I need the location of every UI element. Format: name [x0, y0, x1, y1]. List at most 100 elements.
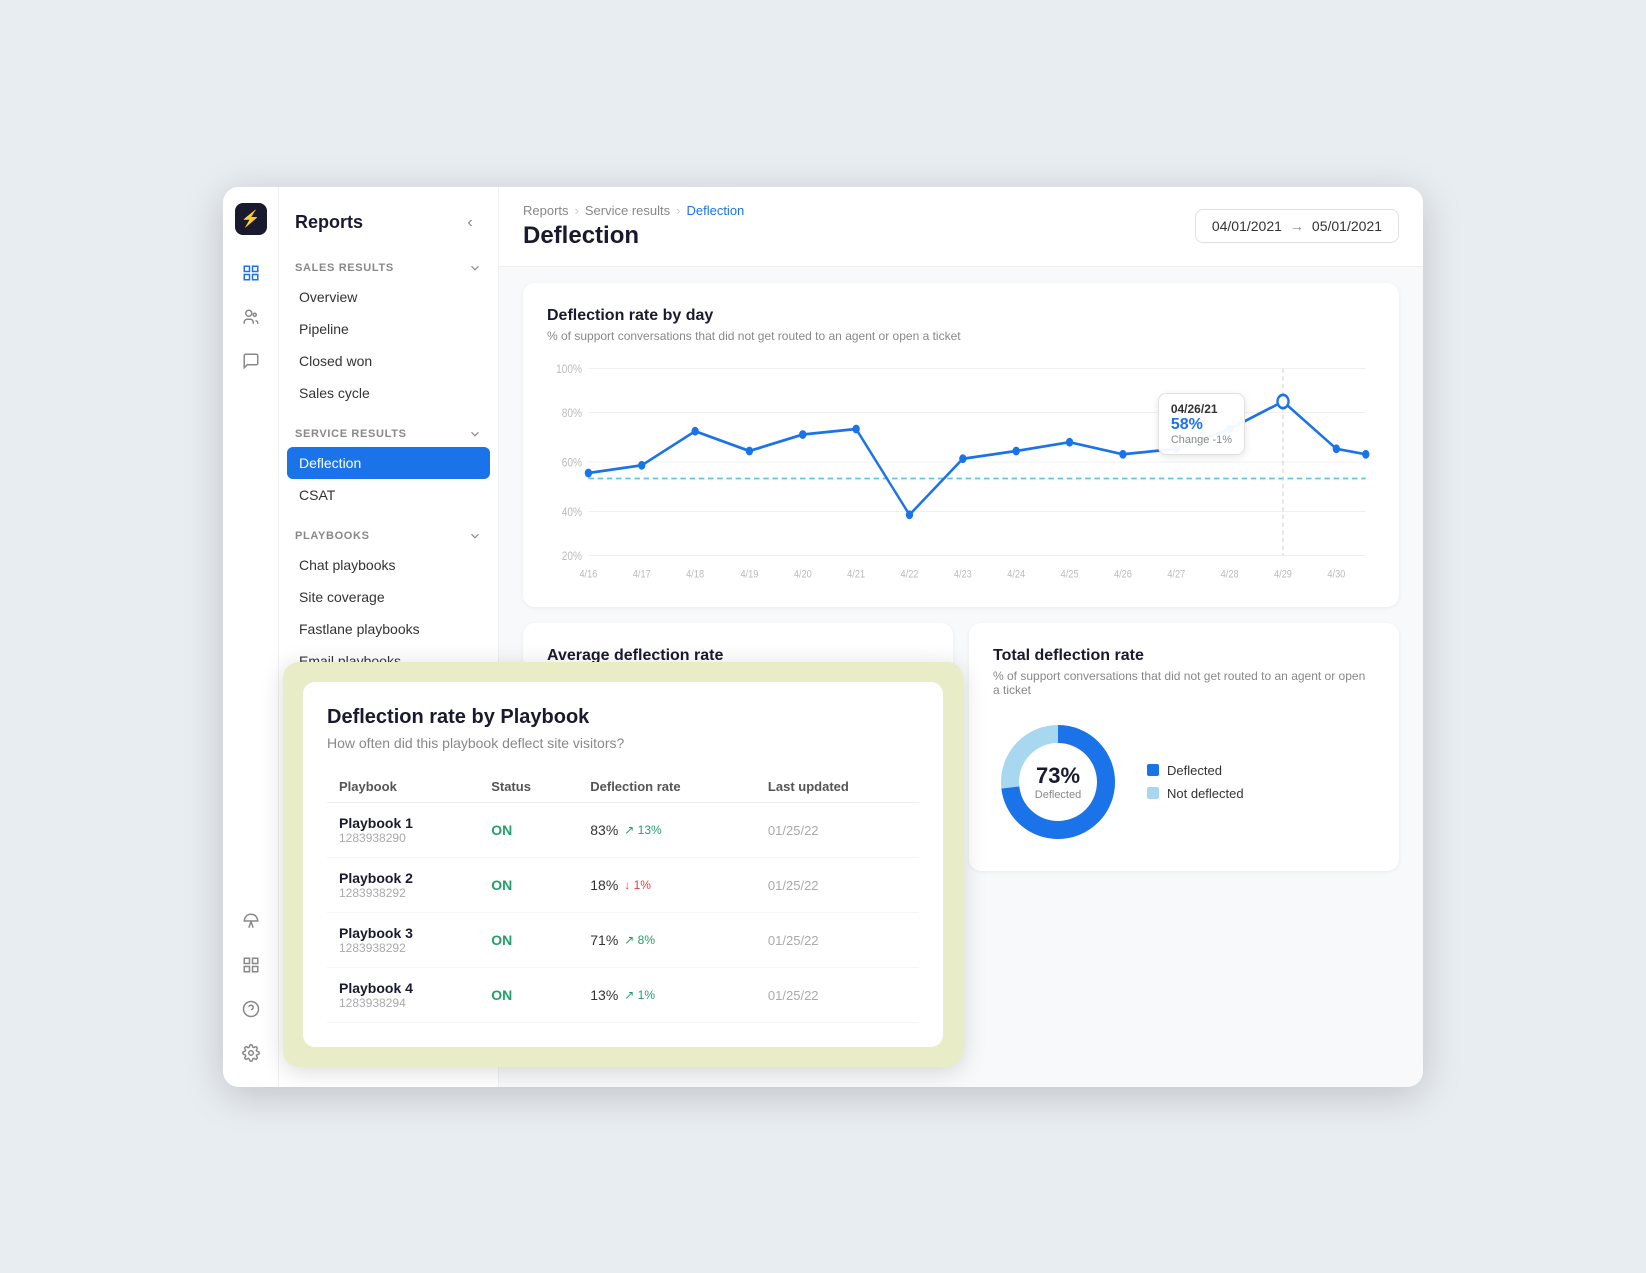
- legend-not-deflected: Not deflected: [1147, 786, 1244, 801]
- nav-icon-grid[interactable]: [233, 947, 269, 983]
- date-range-picker[interactable]: 04/01/2021 → 05/01/2021: [1195, 209, 1399, 243]
- deflection-rate-value: 13% ↗ 1%: [590, 987, 744, 1003]
- cell-status: ON: [479, 857, 578, 912]
- legend-dot-deflected: [1147, 764, 1159, 776]
- trend-up-icon: ↗ 1%: [624, 988, 655, 1002]
- cell-status: ON: [479, 802, 578, 857]
- playbooks-section-header[interactable]: PLAYBOOKS: [287, 519, 490, 549]
- breadcrumb-deflection[interactable]: Deflection: [686, 203, 744, 218]
- th-playbook: Playbook: [327, 771, 479, 803]
- nav-icon-rocket[interactable]: [233, 903, 269, 939]
- svg-text:4/26: 4/26: [1114, 568, 1132, 580]
- th-status: Status: [479, 771, 578, 803]
- cell-deflection-rate: 18% ↓ 1%: [578, 857, 756, 912]
- sidebar-section-playbooks: PLAYBOOKS Chat playbooks Site coverage F…: [279, 519, 498, 685]
- playbook-id: 1283938290: [339, 831, 467, 845]
- sidebar-item-chat-playbooks[interactable]: Chat playbooks: [287, 549, 490, 581]
- rate-number: 71%: [590, 932, 618, 948]
- breadcrumb-service[interactable]: Service results: [585, 203, 670, 218]
- playbook-name: Playbook 4: [339, 980, 467, 996]
- total-deflection-subtitle: % of support conversations that did not …: [993, 669, 1375, 697]
- svg-text:100%: 100%: [556, 363, 582, 376]
- nav-icon-help[interactable]: [233, 991, 269, 1027]
- cell-last-updated: 01/25/22: [756, 857, 919, 912]
- svg-text:4/22: 4/22: [901, 568, 919, 580]
- playbook-table: Playbook Status Deflection rate Last upd…: [327, 771, 919, 1023]
- nav-icon-chat[interactable]: [233, 343, 269, 379]
- sidebar-item-sales-cycle[interactable]: Sales cycle: [287, 377, 490, 409]
- donut-label: Deflected: [1035, 789, 1081, 801]
- service-section-header[interactable]: SERVICE RESULTS: [287, 417, 490, 447]
- sidebar-item-overview[interactable]: Overview: [287, 281, 490, 313]
- svg-text:4/29: 4/29: [1274, 568, 1292, 580]
- app-shell: ⚡ Reports ‹ SALES: [223, 187, 1423, 1087]
- sidebar-item-deflection[interactable]: Deflection: [287, 447, 490, 479]
- overlay-container: Deflection rate by Playbook How often di…: [283, 662, 963, 1067]
- rate-number: 13%: [590, 987, 618, 1003]
- last-updated-date: 01/25/22: [768, 933, 819, 948]
- service-section-label: SERVICE RESULTS: [295, 428, 407, 440]
- status-badge: ON: [491, 987, 512, 1003]
- svg-text:4/20: 4/20: [794, 568, 812, 580]
- sales-section-label: SALES RESULTS: [295, 262, 394, 274]
- breadcrumb-sep-1: ›: [575, 203, 579, 218]
- status-badge: ON: [491, 822, 512, 838]
- breadcrumb: Reports › Service results › Deflection: [523, 203, 744, 218]
- th-deflection-rate: Deflection rate: [578, 771, 756, 803]
- nav-icon-chart[interactable]: [233, 255, 269, 291]
- legend-label-not-deflected: Not deflected: [1167, 786, 1244, 801]
- cell-status: ON: [479, 912, 578, 967]
- playbooks-section-label: PLAYBOOKS: [295, 530, 370, 542]
- last-updated-date: 01/25/22: [768, 878, 819, 893]
- svg-text:4/27: 4/27: [1167, 568, 1185, 580]
- deflection-rate-value: 71% ↗ 8%: [590, 932, 744, 948]
- overlay-background: Deflection rate by Playbook How often di…: [283, 662, 963, 1067]
- sidebar-item-pipeline[interactable]: Pipeline: [287, 313, 490, 345]
- last-updated-date: 01/25/22: [768, 988, 819, 1003]
- cell-deflection-rate: 71% ↗ 8%: [578, 912, 756, 967]
- line-chart-svg: 100% 80% 60% 40% 20%: [547, 363, 1375, 583]
- breadcrumb-sep-2: ›: [676, 203, 680, 218]
- total-deflection-card: Total deflection rate % of support conve…: [969, 623, 1399, 871]
- svg-text:4/28: 4/28: [1221, 568, 1239, 580]
- date-end: 05/01/2021: [1312, 218, 1382, 234]
- svg-text:4/18: 4/18: [686, 568, 704, 580]
- svg-text:4/23: 4/23: [954, 568, 972, 580]
- breadcrumb-reports[interactable]: Reports: [523, 203, 569, 218]
- playbook-id: 1283938292: [339, 886, 467, 900]
- icon-rail: ⚡: [223, 187, 279, 1087]
- deflection-rate-value: 83% ↗ 13%: [590, 822, 744, 838]
- cell-playbook-name: Playbook 3 1283938292: [327, 912, 479, 967]
- sidebar-header: Reports ‹: [279, 187, 498, 251]
- table-row: Playbook 4 1283938294 ON 13% ↗ 1% 01/25/…: [327, 967, 919, 1022]
- sales-section-header[interactable]: SALES RESULTS: [287, 251, 490, 281]
- donut-legend: Deflected Not deflected: [1147, 763, 1244, 801]
- cell-deflection-rate: 13% ↗ 1%: [578, 967, 756, 1022]
- svg-text:4/19: 4/19: [740, 568, 758, 580]
- sidebar-collapse-button[interactable]: ‹: [458, 211, 482, 235]
- svg-text:4/17: 4/17: [633, 568, 651, 580]
- sidebar-title: Reports: [295, 212, 363, 233]
- sidebar-item-fastlane[interactable]: Fastlane playbooks: [287, 613, 490, 645]
- cell-playbook-name: Playbook 2 1283938292: [327, 857, 479, 912]
- chart-container: 100% 80% 60% 40% 20%: [547, 363, 1375, 583]
- nav-icon-people[interactable]: [233, 299, 269, 335]
- cell-last-updated: 01/25/22: [756, 967, 919, 1022]
- app-logo: ⚡: [235, 203, 267, 235]
- cell-last-updated: 01/25/22: [756, 912, 919, 967]
- trend-down-icon: ↓ 1%: [624, 878, 651, 892]
- sidebar-item-closed-won[interactable]: Closed won: [287, 345, 490, 377]
- cell-status: ON: [479, 967, 578, 1022]
- nav-icon-settings[interactable]: [233, 1035, 269, 1071]
- date-start: 04/01/2021: [1212, 218, 1282, 234]
- cell-playbook-name: Playbook 4 1283938294: [327, 967, 479, 1022]
- status-badge: ON: [491, 877, 512, 893]
- sidebar-item-site-coverage[interactable]: Site coverage: [287, 581, 490, 613]
- playbook-id: 1283938292: [339, 941, 467, 955]
- sidebar-item-csat[interactable]: CSAT: [287, 479, 490, 511]
- deflection-rate-chart-card: Deflection rate by day % of support conv…: [523, 283, 1399, 607]
- status-badge: ON: [491, 932, 512, 948]
- date-arrow-icon: →: [1290, 218, 1304, 234]
- svg-text:4/25: 4/25: [1061, 568, 1079, 580]
- donut-area: 73% Deflected Deflected Not defl: [993, 717, 1375, 847]
